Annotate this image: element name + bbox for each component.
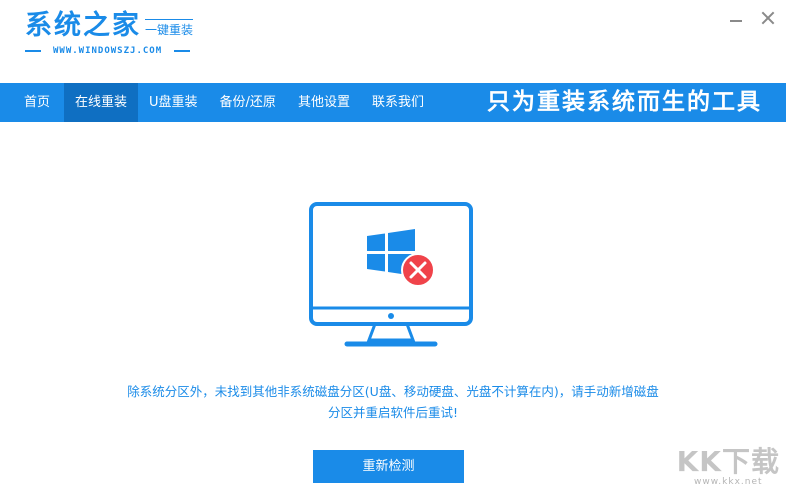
nav-slogan: 只为重装系统而生的工具 (487, 89, 762, 115)
minimize-icon[interactable] (728, 10, 744, 26)
error-message: 除系统分区外，未找到其他非系统磁盘分区(U盘、移动硬盘、光盘不计算在内)，请手动… (60, 381, 726, 423)
watermark-url: www.kkx.net (694, 477, 763, 487)
logo-dash-right (174, 50, 191, 52)
nav-item-contact-us[interactable]: 联系我们 (361, 83, 435, 122)
nav-item-online-reinstall[interactable]: 在线重装 (64, 83, 139, 122)
nav-item-other-settings[interactable]: 其他设置 (287, 83, 361, 122)
logo-url-row: WWW.WINDOWSZJ.COM (25, 46, 193, 56)
app-logo: 系统之家 一键重装 WWW.WINDOWSZJ.COM (25, 10, 194, 56)
error-message-line-2: 分区并重启软件后重试! (327, 405, 458, 420)
nav-item-backup-restore[interactable]: 备份/还原 (209, 83, 287, 122)
logo-url: WWW.WINDOWSZJ.COM (53, 46, 163, 56)
logo-dash-left (25, 50, 41, 52)
window-controls (728, 10, 776, 26)
nav-item-home[interactable]: 首页 (0, 83, 64, 122)
error-message-line-1: 除系统分区外，未找到其他非系统磁盘分区(U盘、移动硬盘、光盘不计算在内)，请手动… (127, 384, 659, 399)
close-icon[interactable] (760, 10, 776, 26)
logo-subtitle: 一键重装 (145, 19, 194, 37)
main-nav: 首页 在线重装 U盘重装 备份/还原 其他设置 联系我们 只为重装系统而生的工具 (0, 83, 786, 122)
recheck-button[interactable]: 重新检测 (313, 450, 464, 483)
app-header: 系统之家 一键重装 WWW.WINDOWSZJ.COM (0, 0, 786, 83)
watermark-logo: KK下载 (676, 445, 780, 478)
error-x-icon (401, 253, 435, 287)
nav-item-usb-reinstall[interactable]: U盘重装 (138, 83, 209, 122)
logo-title: 系统之家 (25, 10, 141, 41)
site-watermark: KK下载 www.kkx.net (676, 445, 780, 488)
monitor-icon (309, 202, 473, 347)
